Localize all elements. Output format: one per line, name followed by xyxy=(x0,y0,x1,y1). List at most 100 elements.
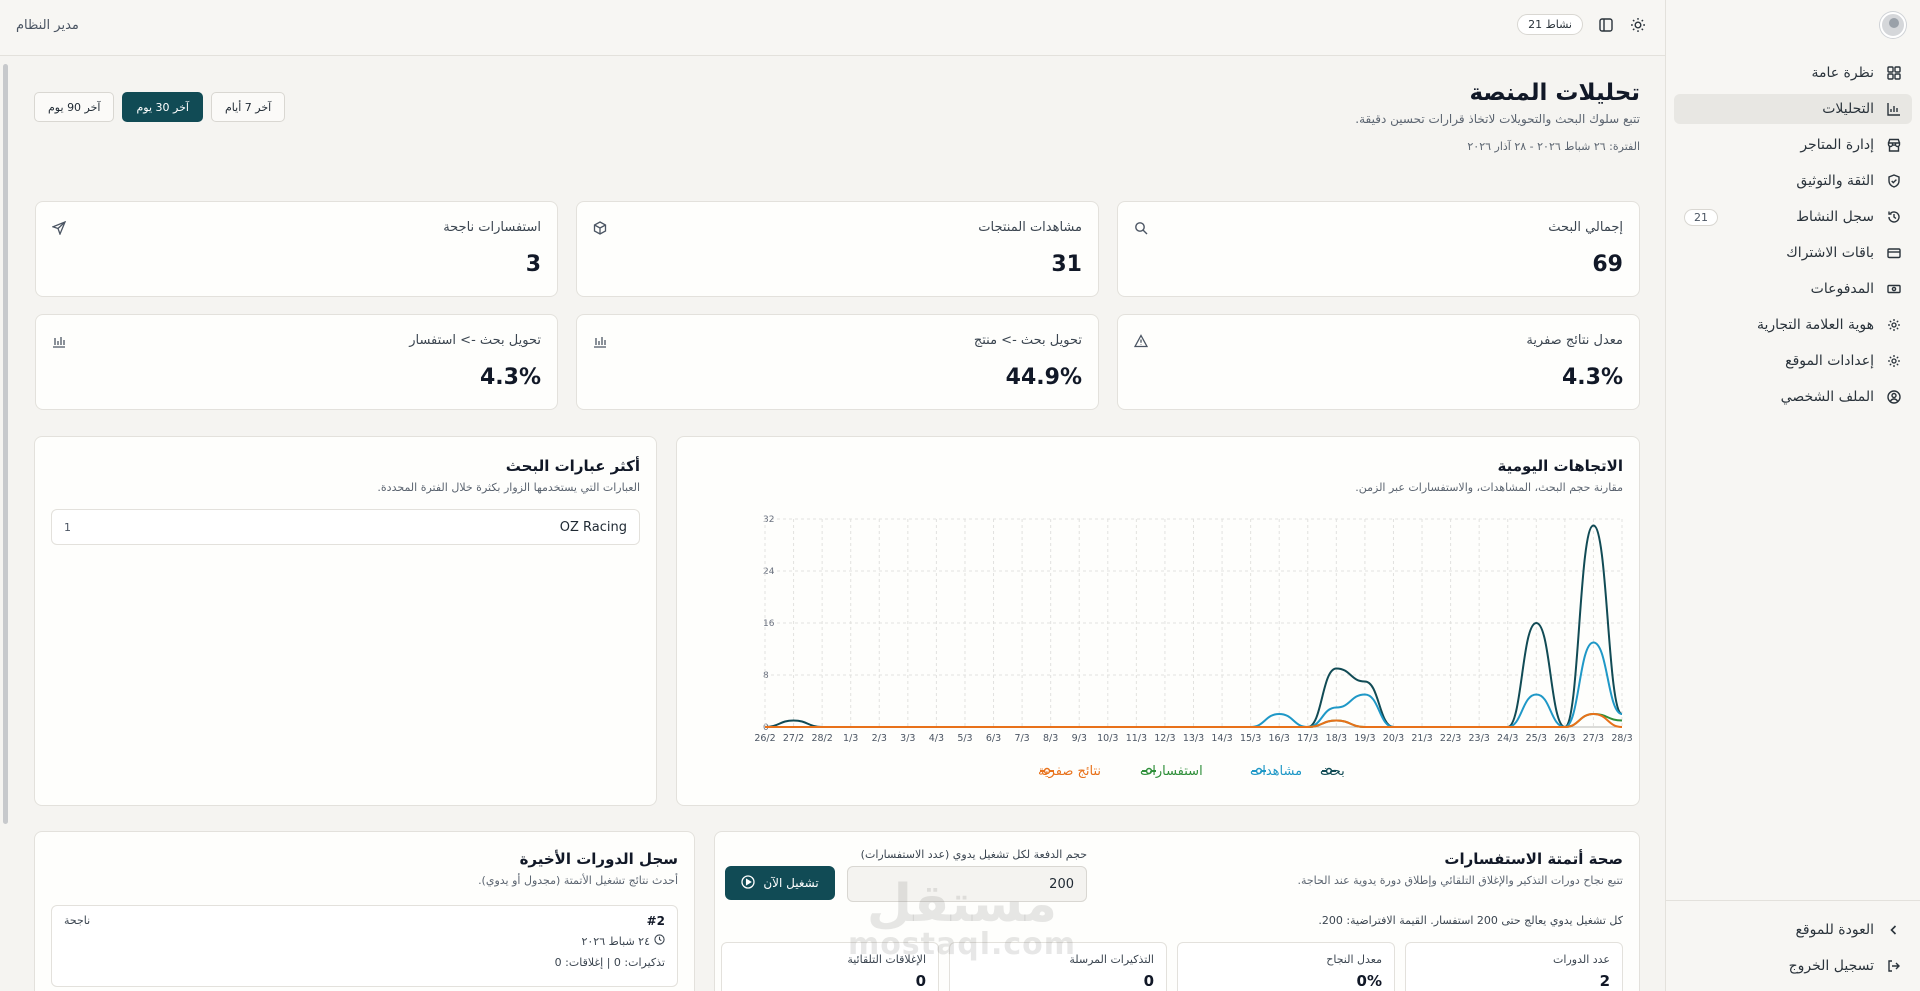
sidebar-item-payments[interactable]: المدفوعات xyxy=(1674,274,1912,304)
runs-subtitle: أحدث نتائج تشغيل الأتمتة (مجدول أو يدوي)… xyxy=(478,874,678,887)
run-stats: تذكيرات: 0 | إغلاقات: 0 xyxy=(554,956,665,969)
stat-label: عدد الدورات xyxy=(1553,953,1610,966)
search-icon xyxy=(1132,220,1148,236)
sidebar-item-site-settings[interactable]: إعدادات الموقع xyxy=(1674,346,1912,376)
logout-icon xyxy=(1886,958,1902,974)
sidebar-item-brand-identity[interactable]: هوية العلامة التجارية xyxy=(1674,310,1912,340)
stat-success-rate: معدل النجاح 0% xyxy=(1177,942,1395,991)
sidebar-item-analytics[interactable]: التحليلات xyxy=(1674,94,1912,124)
series-line-مشاهدات xyxy=(765,641,1623,729)
x-tick-label: 17/3 xyxy=(1297,733,1318,744)
run-now-label: تشغيل الآن xyxy=(763,876,819,890)
topbar-actions: نشاط 21 xyxy=(1517,14,1647,35)
kpi-product-views: مشاهدات المنتجات 31 xyxy=(576,201,1099,297)
bars-icon xyxy=(591,333,607,349)
sidebar-item-label: سجل النشاط xyxy=(1796,209,1874,225)
bars-icon xyxy=(50,333,66,349)
run-date: ٢٤ شباط ٢٠٢٦ xyxy=(581,934,650,948)
run-now-button[interactable]: تشغيل الآن xyxy=(725,866,835,900)
back-to-site-label: العودة للموقع xyxy=(1795,922,1874,938)
watermark-line-2: mostaql.com xyxy=(847,927,1077,962)
kpi-label: مشاهدات المنتجات xyxy=(978,220,1082,235)
user-role: مدير النظام xyxy=(16,18,79,33)
watermark-logo: مستقل mostaql.com xyxy=(842,878,1082,960)
kpi-value: 44.9% xyxy=(1005,365,1082,390)
sidebar-item-label: هوية العلامة التجارية xyxy=(1756,317,1874,333)
x-tick-label: 19/3 xyxy=(1354,733,1375,744)
x-tick-label: 5/3 xyxy=(957,733,972,744)
batch-note: كل تشغيل يدوي يعالج حتى 200 استفسار. الق… xyxy=(1318,914,1623,927)
kpi-search-to-inquiry: تحويل بحث -> استفسار 4.3% xyxy=(35,314,558,410)
warning-icon xyxy=(1132,333,1149,349)
x-tick-label: 24/3 xyxy=(1497,733,1518,744)
activity-badge[interactable]: نشاط 21 xyxy=(1517,14,1583,35)
avatar[interactable] xyxy=(1880,12,1906,38)
grid-icon xyxy=(1886,65,1902,81)
x-tick-label: 20/3 xyxy=(1383,733,1404,744)
sidebar-item-stores[interactable]: إدارة المتاجر xyxy=(1674,130,1912,160)
range-90-button[interactable]: آخر 90 يوم xyxy=(34,92,115,122)
x-tick-label: 23/3 xyxy=(1468,733,1489,744)
kpi-label: تحويل بحث -> منتج xyxy=(973,333,1082,348)
sidebar-item-label: الملف الشخصي xyxy=(1780,389,1874,405)
logout-label: تسجيل الخروج xyxy=(1788,958,1874,974)
chevron-left-icon xyxy=(1886,922,1902,938)
clock-icon xyxy=(654,934,665,948)
sun-icon[interactable] xyxy=(1629,16,1647,34)
terms-title: أكثر عبارات البحث xyxy=(505,457,640,475)
daily-trends-chart: 0816243226/2 27/2 28/2 1/3 2/3 3/3 4/3 5/3 6/3 7/… xyxy=(754,515,1632,779)
logout-button[interactable]: تسجيل الخروج xyxy=(1674,951,1912,981)
x-tick-label: 28/2 xyxy=(811,733,832,744)
kpi-label: معدل نتائج صفرية xyxy=(1526,333,1623,348)
stat-value: 0 xyxy=(1143,972,1154,990)
runs-title: سجل الدورات الأخيرة xyxy=(519,850,678,868)
range-selector: آخر 90 يوم آخر 30 يوم آخر 7 أيام xyxy=(34,92,286,122)
x-tick-label: 15/3 xyxy=(1240,733,1261,744)
legend-label: نتائج صفرية xyxy=(1038,764,1101,779)
sidebar-nav: نظرة عامة التحليلات إدارة المتاجر الثقة … xyxy=(1666,50,1920,426)
main-content: تحليلات المنصة تتبع سلوك البحث والتحويلا… xyxy=(34,56,1640,991)
x-tick-label: 25/3 xyxy=(1526,733,1547,744)
page-header: تحليلات المنصة تتبع سلوك البحث والتحويلا… xyxy=(1355,80,1640,153)
bar-chart-icon xyxy=(1886,101,1902,117)
page-title: تحليلات المنصة xyxy=(1469,80,1640,106)
kpi-successful-inquiries: استفسارات ناجحة 3 xyxy=(35,201,558,297)
watermark-line-1: مستقل xyxy=(866,874,1058,934)
shield-check-icon xyxy=(1886,173,1902,189)
back-to-site-link[interactable]: العودة للموقع xyxy=(1674,915,1912,945)
x-tick-label: 9/3 xyxy=(1072,733,1087,744)
sidebar-item-trust[interactable]: الثقة والتوثيق xyxy=(1674,166,1912,196)
box-icon xyxy=(591,220,607,236)
search-term: OZ Racing xyxy=(559,519,627,535)
sidebar-item-label: التحليلات xyxy=(1822,101,1874,117)
x-tick-label: 10/3 xyxy=(1097,733,1118,744)
sidebar-item-subscriptions[interactable]: باقات الاشتراك xyxy=(1674,238,1912,268)
page-scrollbar[interactable] xyxy=(3,64,8,824)
x-tick-label: 27/3 xyxy=(1583,733,1604,744)
search-term-count: 1 xyxy=(64,520,71,534)
x-tick-label: 1/3 xyxy=(843,733,858,744)
x-tick-label: 4/3 xyxy=(929,733,944,744)
banknote-icon xyxy=(1886,281,1902,297)
health-subtitle: تتبع نجاح دورات التذكير والإغلاق التلقائ… xyxy=(1297,874,1623,887)
kpi-value: 69 xyxy=(1592,252,1623,277)
x-tick-label: 21/3 xyxy=(1411,733,1432,744)
period-label: الفترة: ٢٦ شباط ٢٠٢٦ - ٢٨ آذار ٢٠٢٦ xyxy=(1467,140,1640,153)
kpi-label: استفسارات ناجحة xyxy=(443,220,541,235)
x-tick-label: 22/3 xyxy=(1440,733,1461,744)
range-30-button[interactable]: آخر 30 يوم xyxy=(122,92,203,122)
stat-value: 2 xyxy=(1599,972,1610,990)
recent-runs-card: سجل الدورات الأخيرة أحدث نتائج تشغيل الأ… xyxy=(34,831,695,991)
x-tick-label: 3/3 xyxy=(900,733,915,744)
send-icon xyxy=(50,220,67,236)
sidebar-item-profile[interactable]: الملف الشخصي xyxy=(1674,382,1912,412)
daily-trends-card: الاتجاهات اليومية مقارنة حجم البحث، المش… xyxy=(676,436,1640,806)
sidebar-item-overview[interactable]: نظرة عامة xyxy=(1674,58,1912,88)
x-tick-label: 14/3 xyxy=(1211,733,1232,744)
x-tick-label: 13/3 xyxy=(1183,733,1204,744)
kpi-label: إجمالي البحث xyxy=(1548,220,1623,235)
sidebar-item-activity-log[interactable]: سجل النشاط 21 xyxy=(1674,202,1912,232)
kpi-search-to-product: تحويل بحث -> منتج 44.9% xyxy=(576,314,1099,410)
sidebar-toggle-icon[interactable] xyxy=(1597,16,1615,34)
range-7-button[interactable]: آخر 7 أيام xyxy=(210,92,286,122)
